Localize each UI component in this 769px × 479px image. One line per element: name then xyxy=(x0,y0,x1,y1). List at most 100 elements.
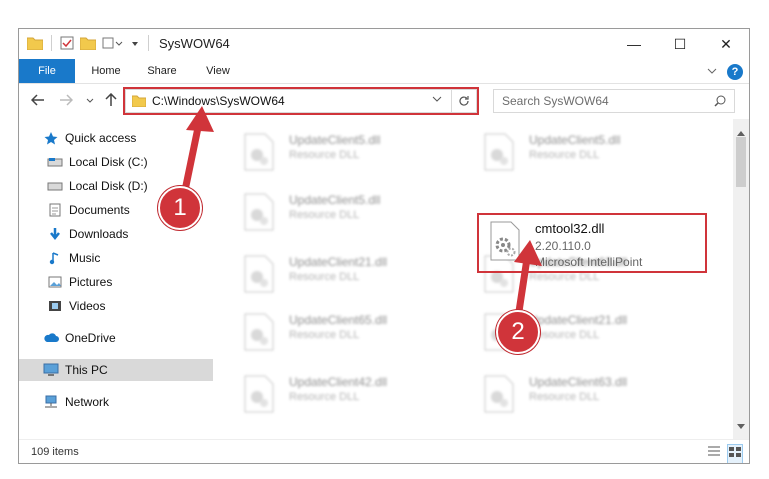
file-type: Resource DLL xyxy=(289,209,360,221)
file-name: UpdateClient5.dll xyxy=(289,193,381,207)
drive-icon xyxy=(47,154,63,170)
sidebar-item-network[interactable]: Network xyxy=(19,391,237,413)
search-icon[interactable] xyxy=(714,94,726,112)
step-badge-1: 1 xyxy=(158,186,202,230)
ribbon-tabs: File Home Share View ? xyxy=(19,59,749,84)
item-count: 109 items xyxy=(31,446,79,458)
forward-arrow-icon[interactable] xyxy=(59,93,74,109)
file-name: UpdateClient21.dll xyxy=(289,255,388,269)
back-arrow-icon[interactable] xyxy=(30,93,45,109)
dll-file-icon xyxy=(244,313,274,351)
cloud-icon xyxy=(43,330,59,346)
file-name: UpdateClient65.dll xyxy=(289,313,388,327)
file-tile[interactable]: UpdateClient65.dll Resource DLL xyxy=(243,307,463,357)
file-type: Resource DLL xyxy=(529,391,600,403)
sidebar-item-this-pc[interactable]: This PC xyxy=(19,359,237,381)
close-button[interactable]: ✕ xyxy=(703,29,749,59)
sidebar-item-onedrive[interactable]: OneDrive xyxy=(19,327,237,349)
drive-icon xyxy=(47,178,63,194)
search-placeholder[interactable]: Search SysWOW64 xyxy=(502,94,609,108)
music-note-icon xyxy=(47,250,63,266)
file-type: Resource DLL xyxy=(289,391,360,403)
navigation-pane: Quick access Local Disk (C:) 📌 Local Dis… xyxy=(19,119,237,439)
sidebar-item-label: Local Disk (C:) xyxy=(69,155,148,169)
sidebar-item-label: This PC xyxy=(65,363,108,377)
sidebar-item-label: OneDrive xyxy=(65,331,116,345)
file-list: UpdateClient5.dll Resource DLL UpdateCli… xyxy=(213,119,733,439)
file-type: Resource DLL xyxy=(529,149,600,161)
tab-file[interactable]: File xyxy=(19,59,75,83)
minimize-button[interactable]: — xyxy=(611,29,657,59)
file-type: Resource DLL xyxy=(289,329,360,341)
file-name: cmtool32.dll xyxy=(535,221,605,236)
file-name: UpdateClient63.dll xyxy=(529,375,628,389)
file-tile[interactable]: UpdateClient5.dll Resource DLL xyxy=(243,127,463,177)
folder-icon xyxy=(27,36,43,50)
qa-chevron-down-icon[interactable] xyxy=(130,36,140,50)
customize-icon[interactable] xyxy=(102,36,124,50)
star-icon xyxy=(43,130,59,146)
pictures-icon xyxy=(47,274,63,290)
sidebar-item-label: Local Disk (D:) xyxy=(69,179,148,193)
scroll-down-icon[interactable] xyxy=(737,417,745,435)
tab-home[interactable]: Home xyxy=(81,59,131,83)
quick-access-toolbar xyxy=(27,35,151,51)
ribbon-controls: ? xyxy=(707,63,743,81)
scroll-thumb[interactable] xyxy=(736,137,746,187)
expand-ribbon-icon[interactable] xyxy=(707,63,717,81)
step-badge-2: 2 xyxy=(496,310,540,354)
sidebar-item-videos[interactable]: Videos 📌 xyxy=(19,295,241,317)
file-name: UpdateClient5.dll xyxy=(289,133,381,147)
sidebar-item-label: Downloads xyxy=(69,227,129,241)
maximize-button[interactable]: ☐ xyxy=(657,29,703,59)
sidebar-item-pictures[interactable]: Pictures 📌 xyxy=(19,271,241,293)
tab-share[interactable]: Share xyxy=(137,59,187,83)
address-bar-highlight xyxy=(123,87,479,115)
computer-icon xyxy=(43,362,59,378)
file-name: UpdateClient21.dll xyxy=(529,313,628,327)
dll-file-icon xyxy=(244,255,274,293)
sidebar-item-local-disk-c[interactable]: Local Disk (C:) 📌 xyxy=(19,151,241,173)
explorer-window: SysWOW64 — ☐ ✕ File Home Share View ? C:… xyxy=(18,28,750,464)
sidebar-item-label: Documents xyxy=(69,203,130,217)
help-button[interactable]: ? xyxy=(727,64,743,80)
sidebar-item-label: Network xyxy=(65,395,110,409)
new-folder-icon[interactable] xyxy=(80,36,96,50)
sidebar-item-quick-access[interactable]: Quick access xyxy=(19,127,237,149)
file-tile[interactable]: UpdateClient5.dll Resource DLL xyxy=(483,127,703,177)
dll-gear-file-icon xyxy=(490,221,520,261)
file-type: Resource DLL xyxy=(289,271,360,283)
sidebar-item-label: Pictures xyxy=(69,275,113,289)
file-name: UpdateClient5.dll xyxy=(529,133,621,147)
title-bar: SysWOW64 — ☐ ✕ xyxy=(19,29,749,59)
properties-icon[interactable] xyxy=(60,36,74,50)
download-arrow-icon xyxy=(47,226,63,242)
sidebar-item-documents[interactable]: Documents 📌 xyxy=(19,199,241,221)
search-box[interactable]: Search SysWOW64 xyxy=(493,89,735,113)
file-tile[interactable]: UpdateClient42.dll Resource DLL xyxy=(243,369,463,419)
large-icons-view-icon[interactable] xyxy=(727,444,743,463)
file-name: UpdateClient42.dll xyxy=(289,375,388,389)
status-bar: 109 items xyxy=(19,439,749,463)
tab-view[interactable]: View xyxy=(193,59,243,83)
sidebar-item-downloads[interactable]: Downloads 📌 xyxy=(19,223,241,245)
file-tile[interactable]: UpdateClient5.dll Resource DLL xyxy=(243,187,463,237)
file-version: 2.20.110.0 xyxy=(535,239,591,253)
sidebar-item-label: Music xyxy=(69,251,101,265)
toolbar-separator xyxy=(51,35,52,51)
vertical-scrollbar[interactable] xyxy=(733,119,749,439)
highlighted-file-tile[interactable]: cmtool32.dll 2.20.110.0 Microsoft Intell… xyxy=(483,213,703,273)
file-type: Resource DLL xyxy=(289,149,360,161)
up-arrow-icon[interactable] xyxy=(105,92,117,110)
details-view-icon[interactable] xyxy=(707,444,721,463)
view-toggle xyxy=(707,444,743,463)
documents-icon xyxy=(47,202,63,218)
window-title: SysWOW64 xyxy=(159,36,230,51)
file-tile[interactable]: UpdateClient21.dll Resource DLL xyxy=(243,249,463,299)
film-icon xyxy=(47,298,63,314)
file-tile[interactable]: UpdateClient63.dll Resource DLL xyxy=(483,369,703,419)
sidebar-item-local-disk-d[interactable]: Local Disk (D:) 📌 xyxy=(19,175,241,197)
navigation-bar: C:\Windows\SysWOW64 Search SysWOW64 xyxy=(19,84,749,118)
recent-locations-icon[interactable] xyxy=(85,93,95,109)
sidebar-item-music[interactable]: Music 📌 xyxy=(19,247,241,269)
